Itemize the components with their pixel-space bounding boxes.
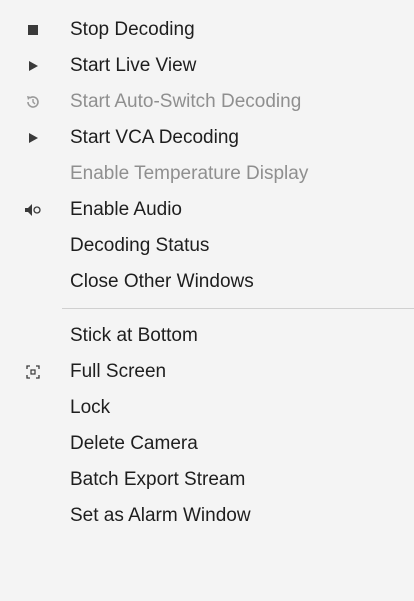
menu-item-start-auto-switch-decoding[interactable]: Start Auto-Switch Decoding: [0, 84, 414, 120]
menu-item-label: Batch Export Stream: [70, 469, 246, 490]
menu-item-label: Delete Camera: [70, 433, 198, 454]
menu-item-stick-at-bottom[interactable]: Stick at Bottom: [0, 318, 414, 354]
menu-item-start-live-view[interactable]: Start Live View: [0, 48, 414, 84]
menu-item-label: Start Auto-Switch Decoding: [70, 91, 302, 112]
menu-item-label: Decoding Status: [70, 235, 210, 256]
menu-item-enable-temperature-display[interactable]: Enable Temperature Display: [0, 156, 414, 192]
audio-icon: [22, 192, 44, 228]
menu-item-close-other-windows[interactable]: Close Other Windows: [0, 264, 414, 300]
menu-item-label: Stick at Bottom: [70, 325, 198, 346]
menu-item-delete-camera[interactable]: Delete Camera: [0, 426, 414, 462]
menu-item-label: Full Screen: [70, 361, 167, 382]
menu-separator: [0, 300, 414, 318]
menu-item-enable-audio[interactable]: Enable Audio: [0, 192, 414, 228]
stop-icon: [22, 12, 44, 48]
play-icon: [22, 48, 44, 84]
play-icon: [22, 120, 44, 156]
context-menu: Stop Decoding Start Live View Start Auto…: [0, 0, 414, 601]
fullscreen-icon: [22, 354, 44, 390]
menu-item-label: Lock: [70, 397, 111, 418]
menu-item-label: Set as Alarm Window: [70, 505, 251, 526]
menu-item-stop-decoding[interactable]: Stop Decoding: [0, 12, 414, 48]
menu-item-label: Start VCA Decoding: [70, 127, 239, 148]
menu-item-label: Start Live View: [70, 55, 197, 76]
menu-item-label: Stop Decoding: [70, 19, 195, 40]
menu-item-label: Close Other Windows: [70, 271, 254, 292]
menu-item-start-vca-decoding[interactable]: Start VCA Decoding: [0, 120, 414, 156]
separator-line: [62, 308, 414, 309]
menu-item-batch-export-stream[interactable]: Batch Export Stream: [0, 462, 414, 498]
menu-item-decoding-status[interactable]: Decoding Status: [0, 228, 414, 264]
menu-item-label: Enable Temperature Display: [70, 163, 309, 184]
menu-item-full-screen[interactable]: Full Screen: [0, 354, 414, 390]
menu-item-set-as-alarm-window[interactable]: Set as Alarm Window: [0, 498, 414, 534]
menu-item-lock[interactable]: Lock: [0, 390, 414, 426]
menu-item-label: Enable Audio: [70, 199, 182, 220]
auto-switch-icon: [22, 84, 44, 120]
